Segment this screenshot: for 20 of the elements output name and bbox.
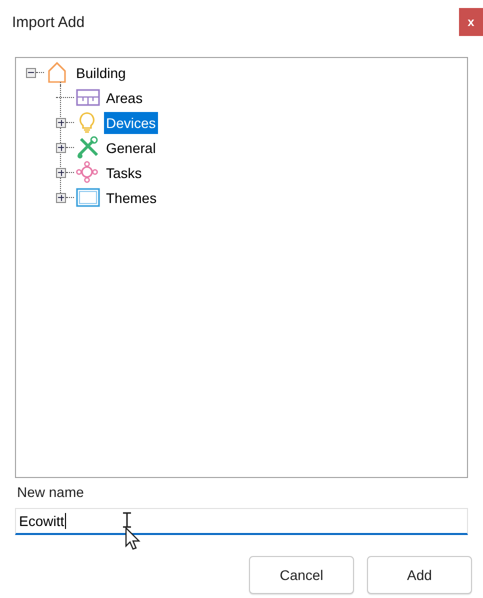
tree-item[interactable]: Areas	[104, 86, 145, 108]
tree-item[interactable]: Themes	[104, 186, 159, 208]
close-button[interactable]: x	[459, 8, 483, 36]
expand-icon[interactable]	[56, 192, 66, 202]
tree-item[interactable]: Tasks	[104, 162, 144, 184]
window-title: Import Add	[11, 13, 85, 33]
field-label: New name	[16, 483, 85, 502]
expand-icon[interactable]	[56, 168, 66, 178]
tools-icon	[76, 136, 100, 160]
dialog-button[interactable]: Add	[367, 556, 472, 594]
collapse-icon[interactable]	[26, 68, 36, 78]
nodes-icon	[76, 160, 100, 184]
expand-icon[interactable]	[56, 118, 66, 128]
name-input-field[interactable]: Ecowitt	[15, 508, 468, 535]
window-icon	[76, 186, 100, 210]
expand-icon[interactable]	[56, 142, 66, 152]
tree-item[interactable]: Devices	[104, 112, 158, 134]
dialog-button[interactable]: Cancel	[249, 556, 354, 594]
tree-item[interactable]: General	[104, 136, 158, 158]
tree-item[interactable]: Building	[74, 62, 128, 84]
